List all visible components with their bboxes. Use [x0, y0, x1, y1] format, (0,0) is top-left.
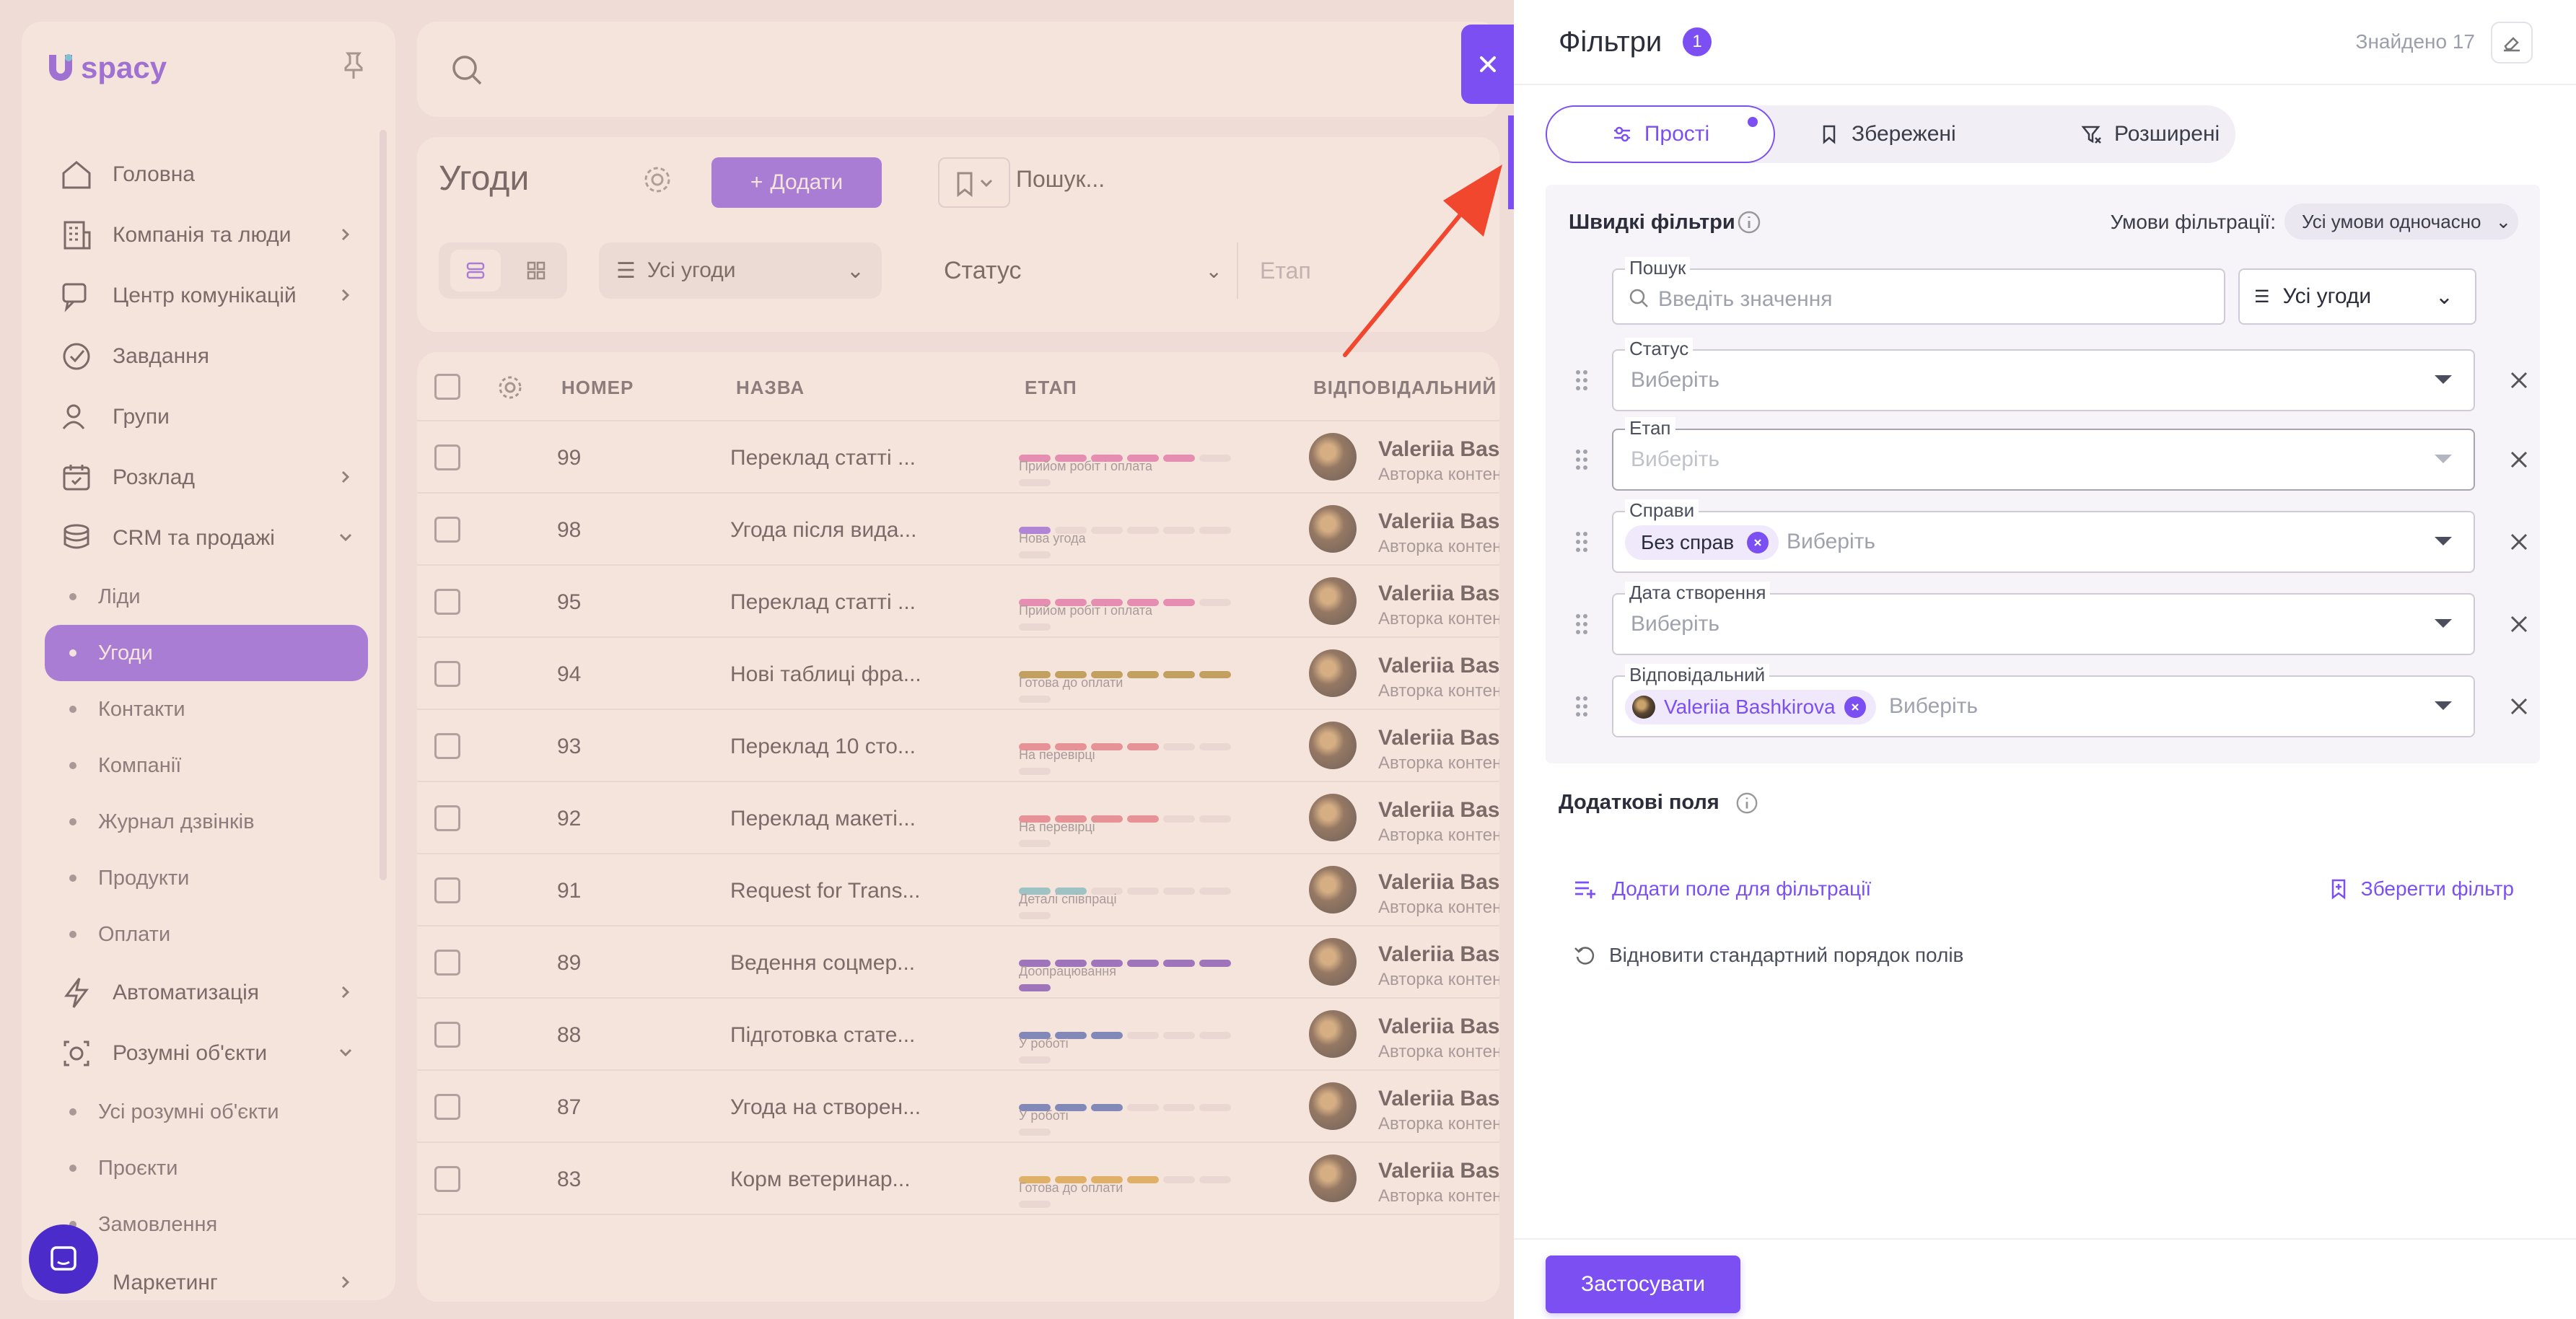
filter-conditions-value: Усі умови одночасно	[2302, 210, 2481, 232]
close-icon	[1479, 56, 1496, 72]
filter-field-placeholder: Виберіть	[1787, 530, 1876, 553]
filter-field[interactable]: Відповідальний Valeriia Bashkirova Виберіт…	[1612, 664, 2475, 737]
eraser-icon	[2504, 37, 2520, 52]
search-filter-placeholder: Введіть значення	[1658, 287, 1833, 311]
drag-handle-icon[interactable]	[1573, 612, 1590, 636]
filter-field[interactable]: Справи Без справ Виберіть	[1612, 499, 2475, 573]
bookmark-icon	[1823, 125, 1836, 144]
filter-field-placeholder: Виберіть	[1631, 368, 1720, 392]
save-filter-button[interactable]: Зберегти фільтр	[2329, 877, 2514, 900]
filter-field-label: Дата створення	[1625, 582, 1771, 604]
remove-chip-icon[interactable]	[1844, 696, 1866, 718]
add-filter-field-button[interactable]: Додати поле для фільтрації	[1573, 877, 1871, 900]
remove-field-icon[interactable]	[2508, 531, 2530, 553]
chevron-down-icon: ⌄	[2435, 284, 2453, 309]
filter-field-label: Етап	[1625, 417, 1675, 439]
tab-saved-label: Збережені	[1852, 122, 1956, 146]
selected-chip-label: Без справ	[1641, 531, 1735, 553]
drag-handle-icon[interactable]	[1573, 530, 1590, 554]
app-background: spacy Головна Компанія та люди Центр комун…	[0, 0, 1514, 1319]
tab-simple[interactable]: Прості	[1546, 105, 1775, 163]
add-list-icon	[1575, 881, 1595, 898]
search-filter-field[interactable]: Пошук Введіть значення	[1612, 257, 2225, 325]
support-chat-button[interactable]	[29, 1224, 98, 1294]
filter-field[interactable]: Дата створення Виберіть	[1612, 582, 2475, 655]
found-count: Знайдено 17	[2355, 30, 2475, 53]
filter-panel: Фільтри 1 Знайдено 17 Прості Збережені Р…	[1514, 0, 2576, 1319]
caret-down-icon	[2435, 619, 2452, 628]
quick-filters-title: Швидкі фільтри	[1569, 211, 1735, 234]
chevron-down-icon: ⌄	[2495, 210, 2512, 232]
caret-down-icon	[2435, 455, 2452, 463]
modal-overlay[interactable]	[0, 0, 1514, 1319]
drag-handle-icon[interactable]	[1573, 368, 1590, 393]
active-dot	[1748, 117, 1758, 127]
selected-chip-label: Valeriia Bashkirova	[1664, 696, 1836, 718]
remove-chip-icon[interactable]	[1747, 532, 1769, 553]
filter-field-placeholder: Виберіть	[1631, 447, 1720, 471]
tab-saved[interactable]: Збережені	[1818, 105, 1956, 163]
filter-field[interactable]: Етап Виберіть	[1612, 417, 2475, 491]
chat-bubble-icon	[51, 1246, 76, 1271]
save-filter-label: Зберегти фільтр	[2360, 877, 2514, 900]
filter-field-label: Статус	[1625, 338, 1694, 360]
remove-field-icon[interactable]	[2508, 369, 2530, 391]
search-scope-select[interactable]: ☰ Усі угоди ⌄	[2238, 268, 2476, 325]
add-filter-field-label: Додати поле для фільтрації	[1612, 877, 1872, 900]
filter-tabs: Прості Збережені Розширені	[1546, 105, 2235, 163]
drag-handle-icon[interactable]	[1573, 694, 1590, 719]
advanced-filter-icon	[2081, 126, 2101, 144]
filter-field-placeholder: Виберіть	[1889, 694, 1979, 718]
annotation-arrow-icon	[1343, 165, 1502, 357]
quick-filters-section: Швидкі фільтри Умови фільтрації: Усі умо…	[1546, 185, 2540, 763]
tab-simple-label: Прості	[1644, 122, 1710, 146]
bookmark-icon	[2331, 879, 2346, 900]
info-icon[interactable]	[1736, 209, 1762, 235]
close-filter-panel-button[interactable]	[1461, 25, 1514, 104]
caret-down-icon	[2435, 375, 2452, 384]
remove-field-icon[interactable]	[2508, 449, 2530, 470]
filter-panel-title: Фільтри	[1559, 26, 1662, 58]
sliders-icon	[1613, 126, 1630, 142]
filter-field-label: Відповідальний	[1625, 664, 1770, 686]
restore-order-button[interactable]: Відновити стандартний порядок полів	[1573, 944, 1963, 967]
restore-order-label: Відновити стандартний порядок полів	[1609, 944, 1964, 966]
selected-chip: Без справ	[1625, 525, 1779, 560]
footer-divider	[1514, 1238, 2576, 1240]
filter-conditions-label: Умови фільтрації:	[2110, 211, 2276, 233]
remove-field-icon[interactable]	[2508, 613, 2530, 635]
avatar	[1632, 696, 1655, 719]
tab-advanced-label: Розширені	[2114, 122, 2220, 146]
filter-lines-icon: ☰	[2254, 286, 2270, 307]
filter-conditions-select[interactable]: Усі умови одночасно ⌄	[2284, 203, 2518, 240]
filter-field[interactable]: Статус Виберіть	[1612, 338, 2475, 411]
filter-field-label: Справи	[1625, 499, 1699, 522]
search-icon	[1629, 289, 1648, 307]
info-icon[interactable]	[1735, 791, 1759, 815]
selected-chip: Valeriia Bashkirova	[1625, 690, 1876, 724]
apply-button[interactable]: Застосувати	[1546, 1256, 1740, 1313]
tab-advanced[interactable]: Розширені	[2081, 105, 2220, 163]
extra-fields-title: Додаткові поля	[1559, 791, 1719, 814]
filter-field-placeholder: Виберіть	[1631, 612, 1720, 636]
clear-filters-button[interactable]	[2491, 22, 2533, 63]
active-filters-badge: 1	[1683, 27, 1712, 56]
drag-handle-icon[interactable]	[1573, 447, 1590, 472]
caret-down-icon	[2435, 537, 2452, 545]
search-scope-value: Усі угоди	[2282, 284, 2372, 308]
filter-panel-header: Фільтри 1 Знайдено 17	[1514, 0, 2576, 85]
remove-field-icon[interactable]	[2508, 696, 2530, 717]
restore-icon	[1574, 947, 1595, 965]
caret-down-icon	[2435, 701, 2452, 710]
panel-edge-indicator	[1508, 115, 1514, 209]
search-filter-label: Пошук	[1625, 257, 1691, 279]
